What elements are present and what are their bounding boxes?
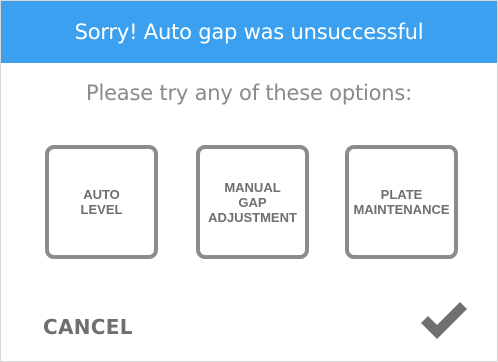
confirm-button[interactable]: [419, 301, 469, 341]
checkmark-icon: [421, 302, 467, 339]
manual-gap-adjustment-label: MANUAL GAP ADJUSTMENT: [208, 179, 297, 225]
plate-maintenance-button[interactable]: PLATE MAINTENANCE: [345, 145, 458, 259]
auto-level-button[interactable]: AUTO LEVEL: [45, 145, 158, 259]
manual-gap-adjustment-button[interactable]: MANUAL GAP ADJUSTMENT: [196, 145, 309, 259]
dialog-header: Sorry! Auto gap was unsuccessful: [1, 1, 497, 63]
auto-level-label: AUTO LEVEL: [80, 187, 123, 217]
cancel-button[interactable]: CANCEL: [43, 315, 133, 339]
plate-maintenance-label: PLATE MAINTENANCE: [353, 187, 450, 217]
auto-gap-error-dialog: Sorry! Auto gap was unsuccessful Please …: [0, 0, 498, 362]
dialog-title: Sorry! Auto gap was unsuccessful: [74, 20, 424, 44]
options-prompt: Please try any of these options:: [85, 81, 412, 105]
